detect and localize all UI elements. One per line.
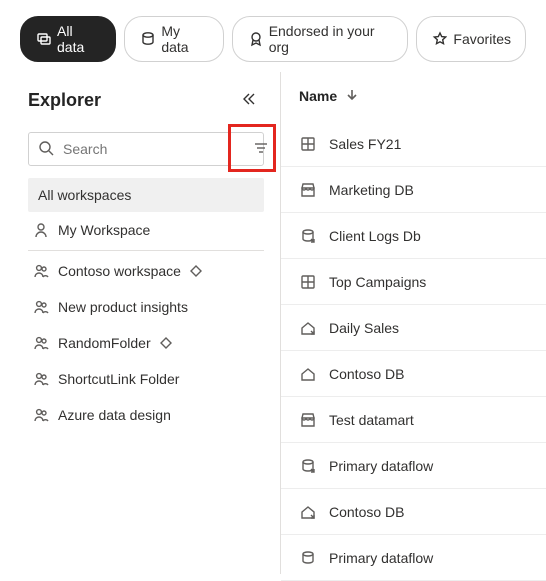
filter-icon[interactable] <box>252 139 270 160</box>
sort-arrow-down-icon <box>343 86 357 105</box>
star-icon <box>431 31 447 47</box>
item-label: Marketing DB <box>329 182 414 198</box>
house-arrow-icon <box>299 503 317 521</box>
explorer-title: Explorer <box>28 90 101 111</box>
item-label: Test datamart <box>329 412 414 428</box>
db-arrow-icon <box>299 457 317 475</box>
workspace-item[interactable]: Azure data design <box>28 397 264 433</box>
all-workspaces-item[interactable]: All workspaces <box>28 178 264 212</box>
name-column-header[interactable]: Name <box>281 72 546 121</box>
filter-my-data[interactable]: My data <box>124 16 223 62</box>
workspace-label: New product insights <box>58 299 188 315</box>
db-icon <box>299 549 317 567</box>
all-workspaces-label: All workspaces <box>38 187 131 203</box>
list-item[interactable]: Client Logs Db <box>281 213 546 259</box>
filter-endorsed[interactable]: Endorsed in your org <box>232 16 409 62</box>
filter-label: All data <box>57 23 101 55</box>
diamond-icon <box>159 336 173 350</box>
people-icon <box>32 370 50 388</box>
search-input-wrapper[interactable] <box>28 132 264 166</box>
item-label: Daily Sales <box>329 320 399 336</box>
grid-icon <box>299 135 317 153</box>
list-item[interactable]: Sales FY21 <box>281 121 546 167</box>
filter-label: Favorites <box>453 31 511 47</box>
people-icon <box>32 334 50 352</box>
store-icon <box>299 411 317 429</box>
person-icon <box>32 221 50 239</box>
list-item[interactable]: Primary dataflow <box>281 443 546 489</box>
workspace-label: ShortcutLink Folder <box>58 371 179 387</box>
workspace-item[interactable]: ShortcutLink Folder <box>28 361 264 397</box>
filter-favorites[interactable]: Favorites <box>416 16 526 62</box>
cylinder-icon <box>139 31 155 47</box>
item-label: Sales FY21 <box>329 136 401 152</box>
workspace-label: My Workspace <box>58 222 150 238</box>
item-label: Client Logs Db <box>329 228 421 244</box>
item-label: Top Campaigns <box>329 274 426 290</box>
workspace-item[interactable]: New product insights <box>28 289 264 325</box>
filter-bar: All data My data Endorsed in your org Fa… <box>0 0 546 72</box>
workspace-item[interactable]: My Workspace <box>28 212 264 248</box>
chevrons-left-icon <box>239 90 257 111</box>
item-label: Primary dataflow <box>329 550 433 566</box>
list-item[interactable]: Primary dataflow <box>281 535 546 581</box>
people-icon <box>32 262 50 280</box>
list-item[interactable]: Top Campaigns <box>281 259 546 305</box>
item-label: Primary dataflow <box>329 458 433 474</box>
filter-all-data[interactable]: All data <box>20 16 116 62</box>
workspace-label: RandomFolder <box>58 335 151 351</box>
search-input[interactable] <box>61 140 246 158</box>
column-label: Name <box>299 88 337 104</box>
house-arrow-icon <box>299 319 317 337</box>
list-item[interactable]: Contoso DB <box>281 351 546 397</box>
ribbon-icon <box>247 31 263 47</box>
list-item[interactable]: Contoso DB <box>281 489 546 535</box>
filter-label: Endorsed in your org <box>269 23 394 55</box>
people-icon <box>32 406 50 424</box>
item-label: Contoso DB <box>329 366 404 382</box>
search-icon <box>37 139 55 160</box>
item-label: Contoso DB <box>329 504 404 520</box>
store-icon <box>299 181 317 199</box>
workspace-item[interactable]: RandomFolder <box>28 325 264 361</box>
workspace-item[interactable]: Contoso workspace <box>28 253 264 289</box>
people-icon <box>32 298 50 316</box>
collapse-explorer-button[interactable] <box>232 84 264 116</box>
db-arrow-icon <box>299 227 317 245</box>
workspace-label: Contoso workspace <box>58 263 181 279</box>
filter-label: My data <box>161 23 208 55</box>
list-item[interactable]: Test datamart <box>281 397 546 443</box>
results-list: Name Sales FY21 Marketing DB Client Logs D… <box>280 72 546 574</box>
list-item[interactable]: Daily Sales <box>281 305 546 351</box>
workspace-label: Azure data design <box>58 407 171 423</box>
explorer-panel: Explorer All workspaces My Workspace Cont… <box>0 72 280 574</box>
grid-icon <box>299 273 317 291</box>
diamond-icon <box>189 264 203 278</box>
list-item[interactable]: Marketing DB <box>281 167 546 213</box>
house-icon <box>299 365 317 383</box>
stack-icon <box>35 31 51 47</box>
